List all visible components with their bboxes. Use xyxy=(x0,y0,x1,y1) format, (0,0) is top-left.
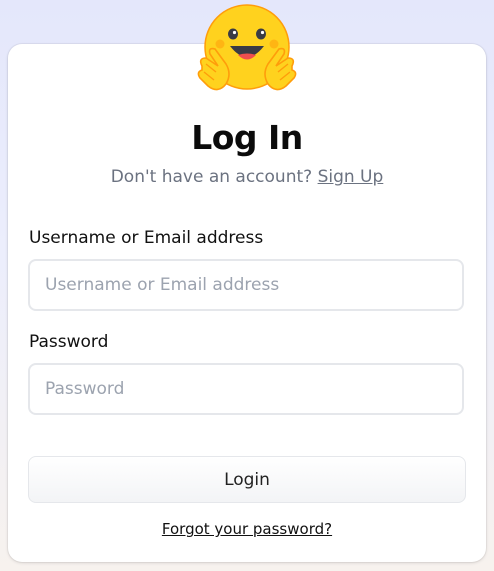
signup-prompt-text: Don't have an account? xyxy=(110,167,313,187)
login-button[interactable]: Login xyxy=(28,456,466,503)
username-input[interactable] xyxy=(28,259,464,311)
username-label: Username or Email address xyxy=(29,228,264,248)
signup-link[interactable]: Sign Up xyxy=(318,167,384,187)
forgot-password-link[interactable]: Forgot your password? xyxy=(162,520,332,538)
password-input[interactable] xyxy=(28,363,464,415)
forgot-password-container: Forgot your password? xyxy=(0,520,494,538)
password-label: Password xyxy=(29,332,109,352)
signup-prompt: Don't have an account? Sign Up xyxy=(0,167,494,187)
page-title: Log In xyxy=(191,118,303,157)
hugging-face-logo-icon xyxy=(197,4,297,91)
